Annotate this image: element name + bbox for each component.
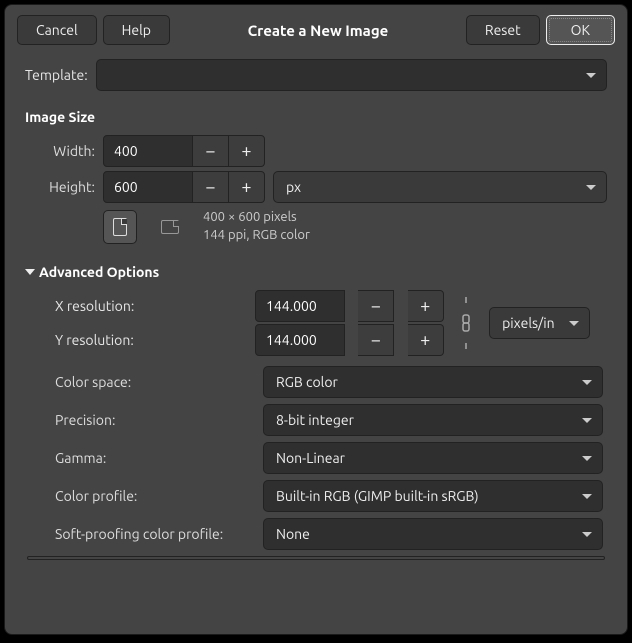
- y-resolution-decrement-button[interactable]: −: [358, 324, 394, 356]
- ok-button[interactable]: OK: [546, 15, 615, 45]
- color-space-select[interactable]: RGB color: [263, 366, 603, 398]
- resolution-block: X resolution: − + pixels/in: [55, 290, 603, 356]
- plus-icon: +: [241, 177, 251, 197]
- advanced-options-toggle[interactable]: Advanced Options: [25, 264, 607, 280]
- y-resolution-increment-button[interactable]: +: [408, 324, 444, 356]
- chevron-down-icon: [582, 418, 592, 423]
- help-button[interactable]: Help: [103, 15, 170, 45]
- image-size-heading: Image Size: [25, 109, 607, 125]
- chevron-down-icon: [582, 494, 592, 499]
- portrait-orientation-button[interactable]: [103, 210, 137, 244]
- gamma-label: Gamma:: [55, 450, 255, 466]
- y-resolution-label: Y resolution:: [55, 332, 255, 348]
- height-input[interactable]: [103, 171, 193, 203]
- create-new-image-dialog: Cancel Help Create a New Image Reset OK …: [4, 4, 628, 635]
- color-profile-select[interactable]: Built-in RGB (GIMP built-in sRGB): [263, 480, 603, 512]
- dialog-header: Cancel Help Create a New Image Reset OK: [5, 9, 627, 59]
- height-decrement-button[interactable]: −: [193, 171, 229, 203]
- y-resolution-input[interactable]: [255, 324, 345, 356]
- plus-icon: +: [241, 141, 251, 161]
- advanced-options-panel: X resolution: − + pixels/in: [55, 290, 603, 550]
- dialog-title: Create a New Image: [176, 22, 460, 39]
- reset-button[interactable]: Reset: [466, 15, 540, 45]
- size-unit-value: px: [286, 179, 301, 195]
- chevron-down-icon: [582, 532, 592, 537]
- chevron-down-icon: [586, 73, 596, 78]
- resolution-unit-select[interactable]: pixels/in: [489, 307, 590, 339]
- plus-icon: +: [420, 296, 430, 316]
- dialog-body: Template: Image Size Width: − + Height: …: [5, 59, 627, 550]
- precision-label: Precision:: [55, 412, 255, 428]
- width-label: Width:: [39, 143, 103, 159]
- cancel-button[interactable]: Cancel: [17, 15, 97, 45]
- size-unit-select[interactable]: px: [273, 171, 607, 203]
- image-size-ppi: 144 ppi, RGB color: [203, 227, 310, 245]
- resolution-unit-value: pixels/in: [502, 315, 555, 331]
- resolution-link-toggle[interactable]: [457, 295, 475, 351]
- color-profile-value: Built-in RGB (GIMP built-in sRGB): [276, 488, 479, 504]
- width-decrement-button[interactable]: −: [193, 135, 229, 167]
- x-resolution-input[interactable]: [255, 290, 345, 322]
- minus-icon: −: [205, 177, 215, 197]
- soft-proofing-profile-select[interactable]: None: [263, 518, 603, 550]
- image-size-info-row: 400 × 600 pixels 144 ppi, RGB color: [103, 209, 607, 244]
- soft-proofing-profile-label: Soft-proofing color profile:: [55, 526, 255, 542]
- chevron-down-icon: [582, 456, 592, 461]
- image-size-summary: 400 × 600 pixels 144 ppi, RGB color: [203, 209, 310, 244]
- portrait-icon: [113, 218, 127, 236]
- panel-divider: [27, 556, 605, 560]
- plus-icon: +: [420, 330, 430, 350]
- chain-link-icon: [458, 295, 474, 351]
- color-space-value: RGB color: [276, 374, 338, 390]
- precision-value: 8-bit integer: [276, 412, 354, 428]
- soft-proofing-profile-value: None: [276, 526, 310, 542]
- chevron-down-icon: [582, 380, 592, 385]
- template-label: Template:: [25, 67, 88, 83]
- template-row: Template:: [25, 59, 607, 91]
- height-label: Height:: [39, 179, 103, 195]
- width-input[interactable]: [103, 135, 193, 167]
- landscape-icon: [161, 220, 179, 234]
- x-resolution-decrement-button[interactable]: −: [358, 290, 394, 322]
- image-size-group: Width: − + Height: − + px: [25, 135, 607, 244]
- gamma-select[interactable]: Non-Linear: [263, 442, 603, 474]
- height-increment-button[interactable]: +: [229, 171, 265, 203]
- color-space-label: Color space:: [55, 374, 255, 390]
- minus-icon: −: [205, 141, 215, 161]
- image-size-pixels: 400 × 600 pixels: [203, 209, 310, 227]
- template-select[interactable]: [96, 59, 607, 91]
- advanced-options-label: Advanced Options: [39, 264, 159, 280]
- x-resolution-label: X resolution:: [55, 298, 255, 314]
- disclosure-triangle-icon: [25, 269, 35, 275]
- x-resolution-increment-button[interactable]: +: [408, 290, 444, 322]
- gamma-value: Non-Linear: [276, 450, 345, 466]
- color-profile-label: Color profile:: [55, 488, 255, 504]
- chevron-down-icon: [569, 321, 579, 326]
- chevron-down-icon: [586, 185, 596, 190]
- minus-icon: −: [371, 330, 381, 350]
- width-increment-button[interactable]: +: [229, 135, 265, 167]
- landscape-orientation-button[interactable]: [153, 210, 187, 244]
- precision-select[interactable]: 8-bit integer: [263, 404, 603, 436]
- minus-icon: −: [371, 296, 381, 316]
